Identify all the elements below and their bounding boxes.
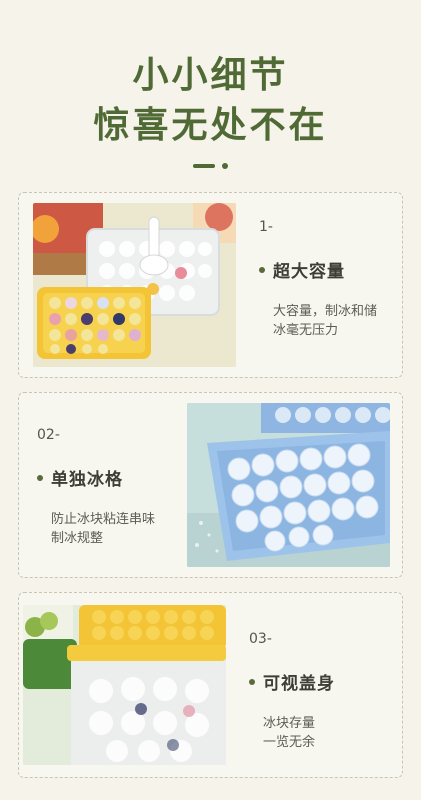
feature-heading: 单独冰格 [37,465,187,490]
bullet-dot-icon [249,678,255,685]
feature-desc-line2: 冰毫无压力 [273,323,339,338]
product-photo-visible-lid [23,605,226,765]
feature-card-capacity: 1- 超大容量 大容量，制冰和储 冰毫无压力 [18,192,403,378]
feature-desc-line1: 大容量，制冰和储 [273,304,378,319]
feature-text-capacity: 1- 超大容量 大容量，制冰和储 冰毫无压力 [259,219,399,340]
feature-text-visible-lid: 03- 可视盖身 冰块存量 一览无余 [249,631,399,752]
feature-desc-line1: 防止冰块粘连串味 [51,512,156,527]
feature-description: 大容量，制冰和储 冰毫无压力 [259,302,399,340]
feature-number: 02- [37,427,60,443]
feature-title: 可视盖身 [263,674,335,694]
hero-divider-decoration [193,163,233,169]
feature-card-visible-lid: 03- 可视盖身 冰块存量 一览无余 [18,592,403,778]
feature-title: 超大容量 [273,262,345,282]
feature-heading: 超大容量 [259,257,399,282]
feature-description: 防止冰块粘连串味 制冰规整 [37,510,187,548]
feature-heading: 可视盖身 [249,669,399,694]
feature-desc-line2: 一览无余 [263,735,316,750]
bullet-dot-icon [259,266,265,273]
hero-title-line1: 小小细节 [132,55,289,96]
bullet-dot-icon [37,474,43,481]
feature-text-individual-cells: 02- 单独冰格 防止冰块粘连串味 制冰规整 [37,427,187,548]
feature-title: 单独冰格 [51,470,123,490]
product-photo-individual-cells [187,403,390,567]
product-photo-capacity [33,203,236,367]
hero-section: 小小细节 惊喜无处不在 [0,0,421,185]
feature-number: 03- [249,631,272,647]
feature-number: 1- [259,219,273,235]
feature-desc-line2: 制冰规整 [51,531,104,546]
feature-desc-line1: 冰块存量 [263,716,316,731]
feature-description: 冰块存量 一览无余 [249,714,399,752]
feature-card-individual-cells: 02- 单独冰格 防止冰块粘连串味 制冰规整 [18,392,403,578]
hero-title-line2: 惊喜无处不在 [93,105,328,146]
